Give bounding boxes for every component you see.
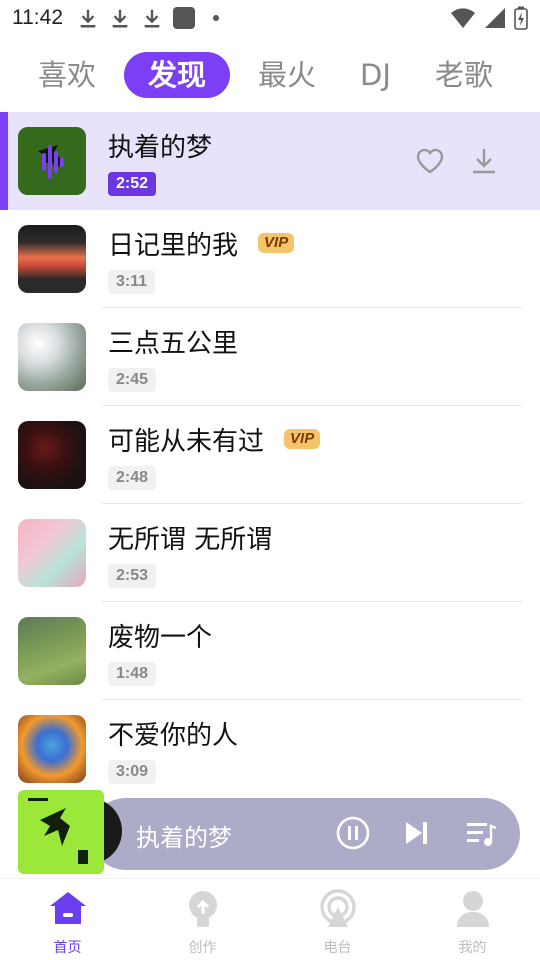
more-notifications-icon — [213, 15, 219, 21]
song-info: 三点五公里 2:45 — [108, 308, 238, 406]
song-duration: 2:52 — [108, 171, 157, 196]
song-cover — [18, 127, 86, 195]
song-info: 无所谓 无所谓 2:53 — [108, 504, 272, 602]
vip-badge: VIP — [284, 429, 321, 449]
title-line: 日记里的我 VIP — [108, 225, 295, 262]
song-info: 日记里的我 VIP 3:11 — [108, 210, 295, 308]
nav-create[interactable]: 创作 — [135, 879, 270, 960]
song-info: 不爱你的人 3:09 — [108, 700, 238, 788]
nav-label: 电台 — [323, 940, 352, 956]
tab-discover[interactable]: 发现 — [124, 52, 231, 98]
song-row[interactable]: 三点五公里 2:45 — [0, 308, 540, 406]
pause-icon[interactable] — [336, 816, 370, 850]
song-cover — [18, 519, 86, 587]
download-icon — [80, 9, 96, 28]
song-title: 可能从未有过 — [108, 426, 265, 457]
mini-player[interactable]: 执着的梦 — [0, 788, 540, 876]
download-icon — [112, 9, 128, 28]
song-duration: 2:45 — [108, 367, 157, 392]
profile-icon — [456, 891, 489, 927]
song-info: 可能从未有过 VIP 2:48 — [108, 406, 321, 504]
song-cover — [18, 323, 86, 391]
nav-label: 首页 — [53, 940, 82, 956]
radio-icon — [319, 889, 356, 927]
nav-profile[interactable]: 我的 — [405, 879, 540, 960]
title-line: 可能从未有过 VIP — [108, 421, 321, 458]
status-time: 11:42 — [12, 6, 63, 29]
mini-player-controls — [336, 816, 498, 850]
app-notification-icon — [173, 7, 195, 29]
wifi-icon — [451, 8, 475, 28]
song-title: 日记里的我 — [108, 230, 239, 261]
song-row[interactable]: 执着的梦 2:52 — [0, 112, 540, 210]
download-icon — [144, 9, 160, 28]
song-list: 执着的梦 2:52 日记里的我 VIP 3:11 三点五公里 2:45 可能从未… — [0, 112, 540, 788]
song-duration: 3:11 — [108, 269, 156, 294]
status-bar: 11:42 — [0, 0, 540, 36]
home-icon — [49, 892, 86, 924]
song-cover — [18, 225, 86, 293]
vip-badge: VIP — [258, 233, 295, 253]
mini-player-title: 执着的梦 — [136, 824, 232, 852]
song-duration: 2:53 — [108, 563, 157, 588]
create-icon — [188, 891, 217, 927]
song-title: 不爱你的人 — [108, 720, 239, 751]
bottom-nav: 首页 创作 电台 我的 — [0, 878, 540, 960]
song-cover — [18, 715, 86, 783]
heart-icon[interactable] — [414, 145, 446, 177]
song-title: 废物一个 — [108, 622, 213, 653]
tab-hottest[interactable]: 最火 — [236, 52, 338, 98]
signal-icon — [485, 8, 505, 28]
song-title: 执着的梦 — [108, 132, 213, 163]
nav-label: 创作 — [188, 940, 217, 956]
row-actions — [414, 145, 500, 177]
nav-label: 我的 — [458, 940, 487, 956]
song-info: 废物一个 1:48 — [108, 602, 212, 700]
song-title: 无所谓 无所谓 — [108, 524, 273, 555]
nav-radio[interactable]: 电台 — [270, 879, 405, 960]
system-icons — [450, 6, 528, 30]
playlist-icon[interactable] — [464, 816, 498, 850]
song-cover — [18, 617, 86, 685]
tab-dj[interactable]: DJ — [338, 52, 413, 98]
song-row[interactable]: 废物一个 1:48 — [0, 602, 540, 700]
song-row[interactable]: 日记里的我 VIP 3:11 — [0, 210, 540, 308]
song-duration: 1:48 — [108, 661, 157, 686]
song-duration: 2:48 — [108, 465, 157, 490]
song-title: 三点五公里 — [108, 328, 239, 359]
song-duration: 3:09 — [108, 759, 157, 784]
song-row[interactable]: 不爱你的人 3:09 — [0, 700, 540, 788]
song-row[interactable]: 无所谓 无所谓 2:53 — [0, 504, 540, 602]
tab-favorites[interactable]: 喜欢 — [16, 52, 118, 98]
mini-player-cover[interactable] — [18, 790, 104, 874]
next-track-icon[interactable] — [400, 816, 434, 850]
song-cover — [18, 421, 86, 489]
battery-icon — [514, 6, 528, 30]
download-icon[interactable] — [468, 145, 500, 177]
song-info: 执着的梦 2:52 — [108, 112, 212, 210]
song-row[interactable]: 可能从未有过 VIP 2:48 — [0, 406, 540, 504]
category-tabs: 喜欢 发现 最火 DJ 老歌 — [0, 48, 540, 102]
tab-oldies[interactable]: 老歌 — [413, 52, 515, 98]
nav-home[interactable]: 首页 — [0, 879, 135, 960]
notification-icons — [77, 7, 219, 29]
